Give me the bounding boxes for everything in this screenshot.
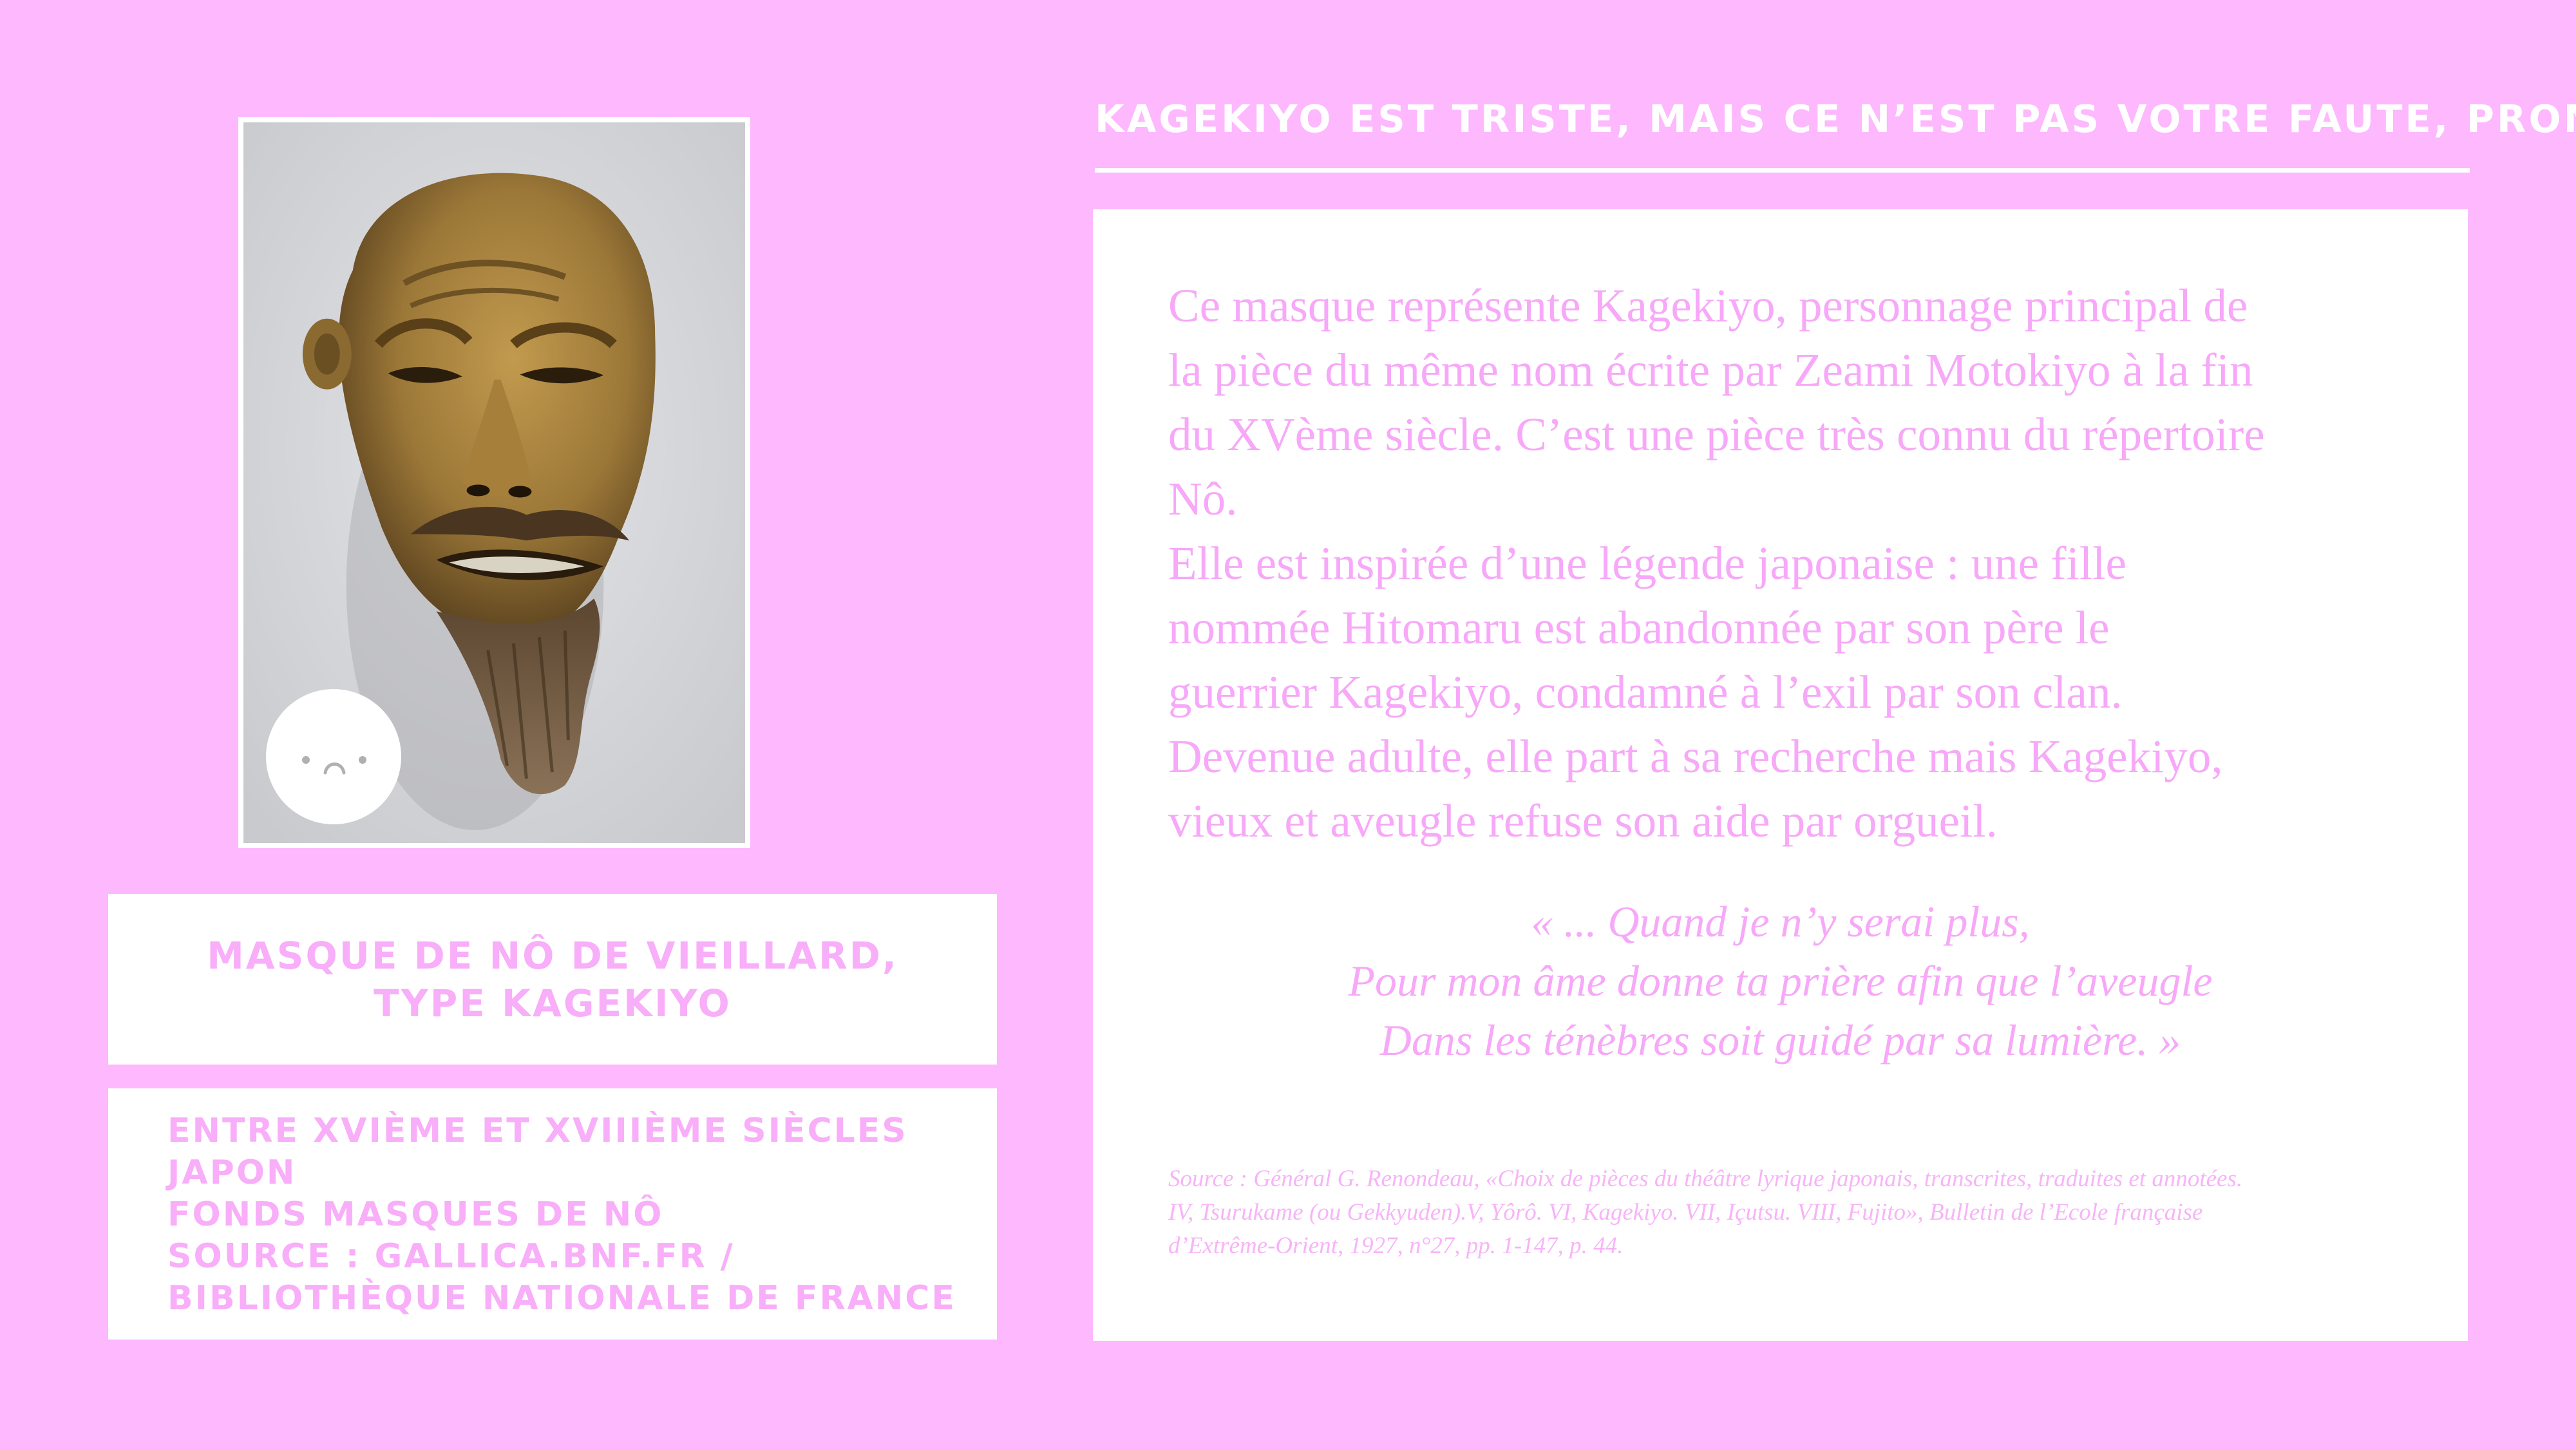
page-title: KAGEKIYO EST TRISTE, MAIS CE N’EST PAS V… bbox=[1095, 97, 2576, 141]
description-text: Ce masque représente Kagekiyo, personnag… bbox=[1168, 274, 2424, 853]
source-line: d’Extrême-Orient, 1927, n°27, pp. 1-147,… bbox=[1168, 1233, 1624, 1259]
caption-title-line-2: TYPE KAGEKIYO bbox=[374, 981, 732, 1025]
description-line: la pièce du même nom écrite par Zeami Mo… bbox=[1168, 344, 2253, 396]
quote-block: « ... Quand je n’y serai plus, Pour mon … bbox=[1093, 892, 2468, 1070]
sad-face-icon bbox=[266, 689, 401, 824]
title-divider bbox=[1095, 168, 2470, 173]
info-source: SOURCE : GALLICA.BNF.FR / bbox=[167, 1237, 735, 1276]
quote-line: Dans les ténèbres soit guidé par sa lumi… bbox=[1379, 1016, 2181, 1065]
mask-photo bbox=[238, 117, 750, 848]
description-line: Nô. bbox=[1168, 473, 1238, 525]
info-date: ENTRE XVIÈME ET XVIIIÈME SIÈCLES bbox=[167, 1112, 908, 1150]
description-line: Devenue adulte, elle part à sa recherche… bbox=[1168, 730, 2223, 782]
description-line: vieux et aveugle refuse son aide par org… bbox=[1168, 795, 1998, 847]
source-line: IV, Tsurukame (ou Gekkyuden).V, Yôrô. VI… bbox=[1168, 1199, 2203, 1226]
description-line: Ce masque représente Kagekiyo, personnag… bbox=[1168, 279, 2248, 332]
artwork-caption: MASQUE DE NÔ DE VIEILLARD, TYPE KAGEKIYO bbox=[108, 894, 997, 1065]
source-citation: Source : Général G. Renondeau, «Choix de… bbox=[1168, 1162, 2430, 1263]
description-line: du XVème siècle. C’est une pièce très co… bbox=[1168, 408, 2265, 460]
caption-title-line-1: MASQUE DE NÔ DE VIEILLARD, bbox=[207, 933, 898, 978]
description-line: nommée Hitomaru est abandonnée par son p… bbox=[1168, 601, 2110, 654]
info-origin: JAPON bbox=[167, 1153, 297, 1192]
info-collection: FONDS MASQUES DE NÔ bbox=[167, 1195, 664, 1234]
quote-line: Pour mon âme donne ta prière afin que l’… bbox=[1348, 956, 2213, 1005]
description-line: Elle est inspirée d’une légende japonais… bbox=[1168, 537, 2126, 589]
source-line: Source : Général G. Renondeau, «Choix de… bbox=[1168, 1166, 2243, 1192]
artwork-info: ENTRE XVIÈME ET XVIIIÈME SIÈCLES JAPON F… bbox=[108, 1088, 997, 1340]
info-library: BIBLIOTHÈQUE NATIONALE DE FRANCE bbox=[167, 1279, 956, 1318]
description-panel: Ce masque représente Kagekiyo, personnag… bbox=[1093, 209, 2468, 1341]
quote-line: « ... Quand je n’y serai plus, bbox=[1531, 897, 2030, 946]
description-line: guerrier Kagekiyo, condamné à l’exil par… bbox=[1168, 666, 2123, 718]
